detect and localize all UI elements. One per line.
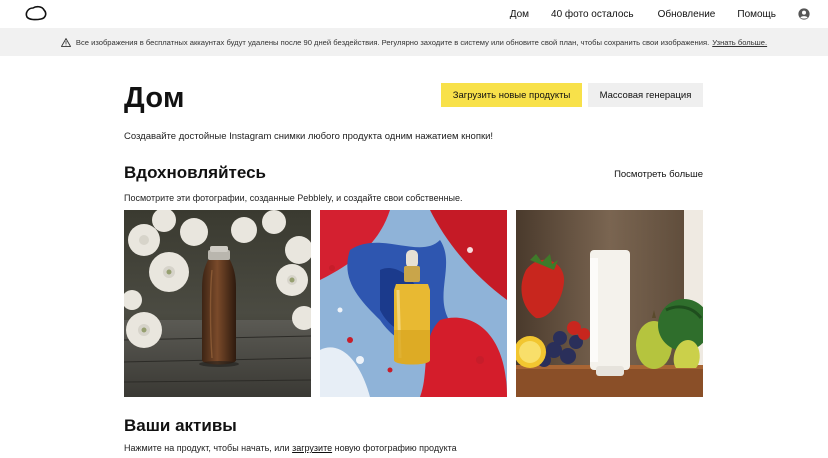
assets-section-title: Ваши активы	[124, 416, 237, 435]
nav-upgrade-link[interactable]: Обновление	[658, 9, 716, 20]
banner-learn-more-link[interactable]: Узнать больше.	[712, 38, 767, 47]
nav-links: Дом 40 фото осталось Обновление Помощь	[510, 0, 810, 28]
inspiration-photo-bottle-flowers[interactable]	[124, 210, 311, 397]
nav-photos-left-link[interactable]: 40 фото осталось	[551, 9, 634, 20]
inspiration-gallery	[124, 210, 704, 397]
assets-desc-before: Нажмите на продукт, чтобы начать, или	[124, 443, 290, 453]
assets-description: Нажмите на продукт, чтобы начать, или за…	[124, 443, 457, 453]
pebble-logo-icon[interactable]	[24, 4, 48, 22]
assets-desc-after: новую фотографию продукта	[334, 443, 457, 453]
nav-home-link[interactable]: Дом	[510, 9, 529, 20]
top-navbar: Дом 40 фото осталось Обновление Помощь	[0, 0, 828, 28]
warning-triangle-icon	[60, 37, 71, 47]
bulk-generation-button[interactable]: Массовая генерация	[588, 83, 703, 107]
page-subtitle: Создавайте достойные Instagram снимки лю…	[124, 131, 494, 142]
user-circle-icon[interactable]	[798, 8, 810, 20]
banner-message: Все изображения в бесплатных аккаунтах б…	[75, 37, 710, 47]
upload-products-button[interactable]: Загрузить новые продукты	[441, 83, 582, 107]
page-title: Дом	[124, 82, 185, 114]
inspire-description: Посмотрите эти фотографии, созданные Peb…	[124, 193, 463, 203]
see-more-link[interactable]: Посмотреть больше	[614, 169, 703, 180]
inactivity-notice-banner: Все изображения в бесплатных аккаунтах б…	[0, 28, 828, 56]
assets-upload-link[interactable]: загрузите	[292, 443, 332, 453]
inspire-section-title: Вдохновляйтесь	[124, 163, 266, 182]
inspiration-photo-tube-fruits[interactable]	[516, 210, 703, 397]
nav-help-link[interactable]: Помощь	[737, 9, 776, 20]
inspiration-photo-serum-paint[interactable]	[320, 210, 507, 397]
